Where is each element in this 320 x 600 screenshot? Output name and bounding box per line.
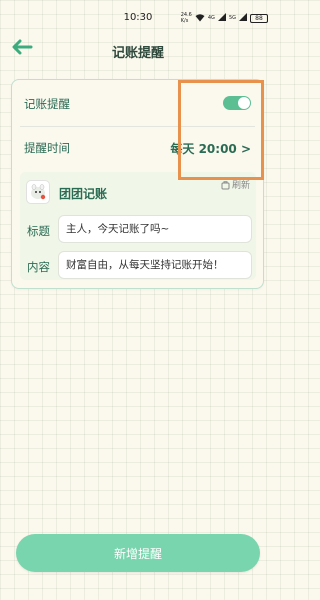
network-speed: 24.6 K/s xyxy=(181,12,192,24)
network-speed-unit: K/s xyxy=(180,18,189,24)
toggle-knob xyxy=(238,97,250,109)
reminder-toggle[interactable] xyxy=(223,96,251,110)
page-title: 记账提醒 xyxy=(111,46,164,61)
battery-icon: 88 xyxy=(250,13,268,23)
content-input[interactable]: 财富自由，从每天坚持记账开始！ xyxy=(58,251,252,279)
reminder-label: 记账提醒 xyxy=(24,97,70,111)
app-name: 团团记账 xyxy=(59,187,108,201)
title-field-label: 标题 xyxy=(27,224,50,238)
signal-icon xyxy=(217,13,226,23)
add-reminder-button[interactable]: 新增提醒 xyxy=(16,534,260,572)
time-value[interactable]: 每天 20:00 > xyxy=(170,140,251,157)
time-label: 提醒时间 xyxy=(24,141,70,155)
refresh-icon xyxy=(221,175,230,194)
content-field-label: 内容 xyxy=(27,260,50,274)
settings-card: 记账提醒 提醒时间 每天 20:00 > 团团记账 刷新 标题 主人，今天记账了… xyxy=(11,79,264,289)
reminder-time-row[interactable]: 提醒时间 每天 20:00 > xyxy=(12,126,263,170)
status-indicators: 24.6 K/s 4G 5G 88 xyxy=(181,11,268,25)
header: 记账提醒 xyxy=(0,36,276,64)
wifi-icon xyxy=(195,13,205,24)
refresh-button[interactable]: 刷新 xyxy=(221,175,250,194)
refresh-label: 刷新 xyxy=(231,181,250,191)
app-logo-icon xyxy=(26,180,50,204)
notification-preview: 团团记账 刷新 标题 主人，今天记账了吗~ 内容 财富自由，从每天坚持记账开始！ xyxy=(20,172,256,280)
title-input[interactable]: 主人，今天记账了吗~ xyxy=(58,215,252,243)
signal-4g-label: 4G xyxy=(207,15,215,21)
signal-icon-2 xyxy=(239,13,247,23)
signal-5g-label: 5G xyxy=(228,15,236,21)
reminder-toggle-row: 记账提醒 xyxy=(12,82,263,126)
status-bar: 10:30 24.6 K/s 4G 5G 88 xyxy=(0,0,276,30)
